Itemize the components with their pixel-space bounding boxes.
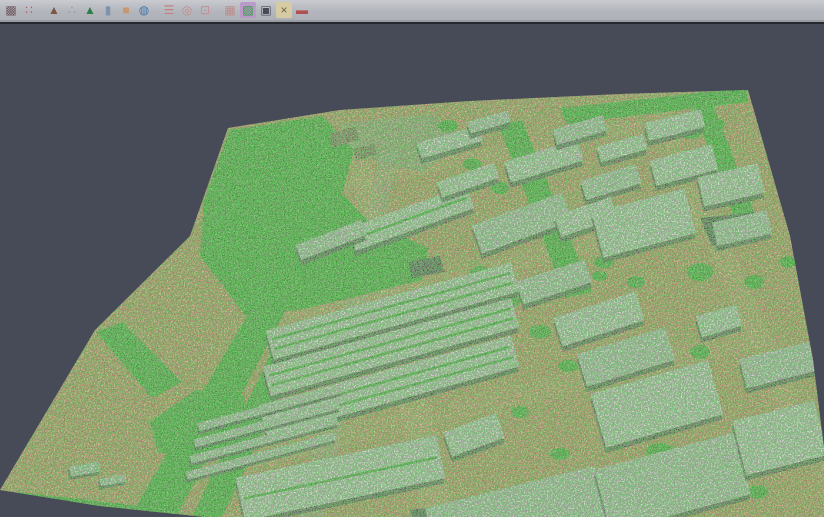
point-cloud-canvas[interactable] — [0, 24, 824, 517]
toolbar-group-2: ▲∴▲▮■◍ — [45, 2, 153, 18]
remove-bar-icon[interactable]: ▬ — [294, 2, 310, 18]
terrain-brown-icon[interactable]: ▲ — [46, 2, 62, 18]
toolbar: ▩∷▲∴▲▮■◍☰◎⊡▦▨▣×▬ — [0, 0, 824, 22]
ortho-photo-icon[interactable]: ■ — [118, 2, 134, 18]
grid-checker-icon[interactable]: ▦ — [222, 2, 238, 18]
target-circle-icon[interactable]: ◎ — [179, 2, 195, 18]
profile-column-icon[interactable]: ▮ — [100, 2, 116, 18]
viewport-3d[interactable] — [0, 22, 824, 517]
zoom-extent-icon[interactable]: ⊡ — [197, 2, 213, 18]
globe-3d-icon[interactable]: ◍ — [136, 2, 152, 18]
camera-icon[interactable]: ▣ — [258, 2, 274, 18]
toolbar-group-1: ▩∷ — [2, 2, 38, 18]
point-cloud-icon[interactable]: ∷ — [21, 2, 37, 18]
toolbar-group-4: ▦▨▣×▬ — [221, 2, 311, 18]
toolbar-group-3: ☰◎⊡ — [160, 2, 214, 18]
terrain-green-icon[interactable]: ▲ — [82, 2, 98, 18]
clip-cross-icon[interactable]: × — [276, 2, 292, 18]
open-project-icon[interactable]: ▩ — [3, 2, 19, 18]
classification-palette-icon[interactable]: ▨ — [240, 2, 256, 18]
points-sparse-icon[interactable]: ∴ — [64, 2, 80, 18]
layers-list-icon[interactable]: ☰ — [161, 2, 177, 18]
